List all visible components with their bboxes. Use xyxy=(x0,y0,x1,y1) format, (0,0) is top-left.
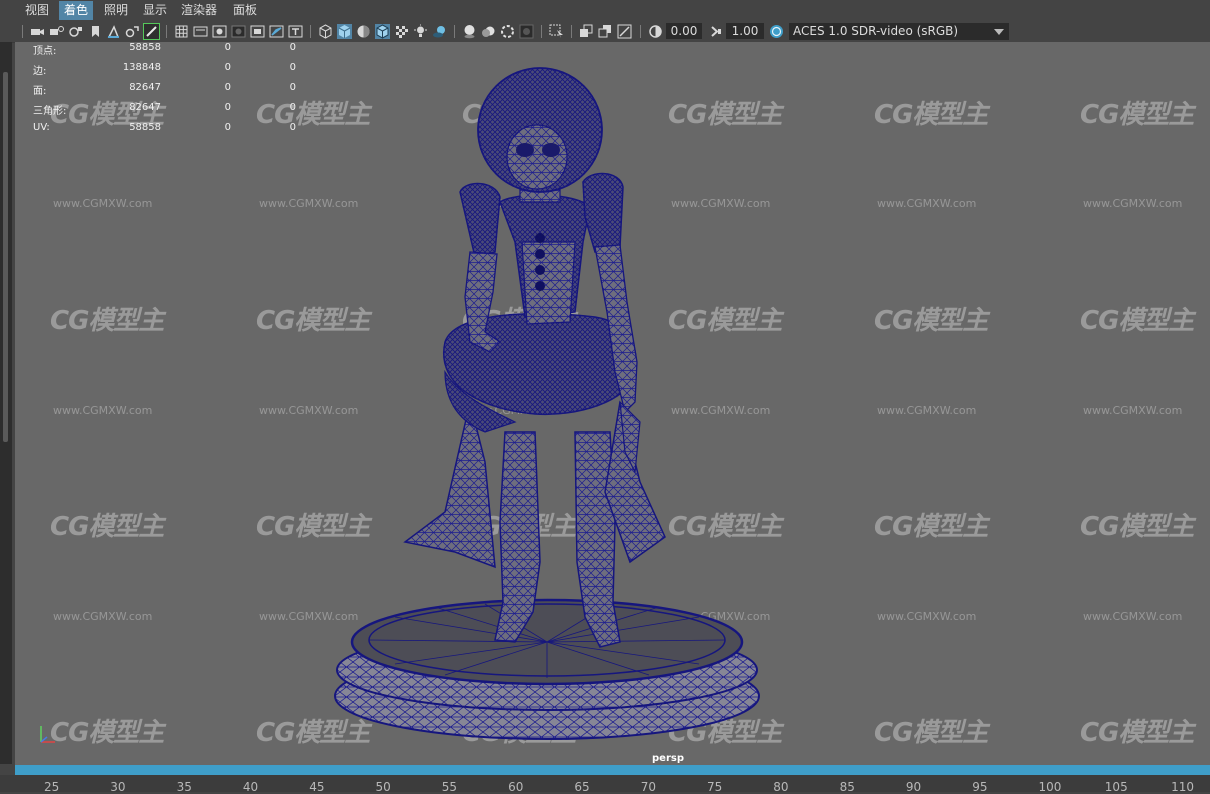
hud-stat-label: 边: xyxy=(33,66,47,77)
screen-space-ao-icon[interactable] xyxy=(462,24,477,39)
grid-icon[interactable] xyxy=(174,24,189,39)
hud-stat-label: UV: xyxy=(33,122,50,133)
time-slider[interactable]: 25 30 35 40 45 50 55 60 65 70 75 80 85 90 95 100 105 110 xyxy=(0,775,1210,794)
hud-stat-label: 面: xyxy=(33,86,47,97)
hud-stat-value: 0 xyxy=(224,42,231,53)
safe-action-icon[interactable] xyxy=(269,24,284,39)
hud-stat-value: 0 xyxy=(289,102,296,113)
pencil-icon[interactable] xyxy=(143,23,160,40)
menu-renderer[interactable]: 渲染器 xyxy=(176,1,222,20)
hud-stat-value: 0 xyxy=(289,82,296,93)
multisample-aa-icon[interactable] xyxy=(500,24,515,39)
wireframe-model-figure[interactable] xyxy=(15,42,1210,765)
safe-title-icon[interactable] xyxy=(288,24,303,39)
hud-stat-value: 58858 xyxy=(129,42,161,53)
hud-stat-value: 138848 xyxy=(122,62,161,73)
axis-gizmo-icon xyxy=(40,726,55,743)
menu-shading[interactable]: 着色 xyxy=(59,1,94,20)
toolbar-separator xyxy=(22,25,23,38)
toolbar-separator xyxy=(541,25,542,38)
viewport-3d[interactable]: CG模型主 CG模型主 CG模型主 CG模型主 CG模型主 CG模型主 CG模型主 CG模型主… xyxy=(15,42,1210,765)
base-pedestal xyxy=(334,598,760,740)
gamma-icon[interactable] xyxy=(708,24,723,39)
exposure-icon[interactable] xyxy=(648,24,663,39)
menu-lighting[interactable]: 照明 xyxy=(99,1,133,20)
gamma-field[interactable]: 1.00 xyxy=(726,23,764,39)
camera-select-icon[interactable] xyxy=(30,24,45,39)
menu-show[interactable]: 显示 xyxy=(138,1,172,20)
default-material-icon[interactable] xyxy=(356,24,371,39)
image-plane-icon[interactable] xyxy=(88,24,103,39)
hud-stat-value: 0 xyxy=(289,62,296,73)
backface-culling-icon[interactable] xyxy=(617,24,632,39)
shadows-icon[interactable] xyxy=(432,24,447,39)
hud-stat-label: 顶点: xyxy=(33,46,57,57)
hud-stat-value: 0 xyxy=(224,102,231,113)
toolbar-separator xyxy=(454,25,455,38)
field-chart-icon[interactable] xyxy=(250,24,265,39)
hud-stat-value: 82647 xyxy=(129,82,161,93)
hud-stat-value: 0 xyxy=(289,42,296,53)
xray-active-icon[interactable] xyxy=(598,24,613,39)
menu-panels[interactable]: 面板 xyxy=(228,1,262,20)
panel-menu-bar: 视图 着色 照明 显示 渲染器 面板 xyxy=(0,0,1210,21)
hud-stat-value: 0 xyxy=(224,122,231,133)
hud-stat-value: 58858 xyxy=(129,122,161,133)
hud-stat-label: 三角形: xyxy=(33,106,67,117)
color-management-dropdown[interactable]: ACES 1.0 SDR-video (sRGB) xyxy=(789,23,1009,40)
hud-stat-value: 0 xyxy=(224,62,231,73)
color-management-label: ACES 1.0 SDR-video (sRGB) xyxy=(793,24,959,38)
color-management-icon[interactable] xyxy=(769,24,784,39)
toolbar-separator xyxy=(310,25,311,38)
depth-of-field-icon[interactable] xyxy=(519,24,534,39)
camera-name-label: persp xyxy=(652,753,684,764)
toolbar-separator xyxy=(166,25,167,38)
scrollbar-thumb[interactable] xyxy=(3,72,8,442)
2d-pan-zoom-icon[interactable] xyxy=(106,24,121,39)
film-gate-icon[interactable] xyxy=(193,24,208,39)
exposure-field[interactable]: 0.00 xyxy=(666,23,702,39)
bookmark-icon[interactable] xyxy=(68,24,83,39)
isolate-select-icon[interactable] xyxy=(549,24,564,39)
xray-joints-icon[interactable] xyxy=(579,24,594,39)
wireframe-icon[interactable] xyxy=(318,24,333,39)
menu-view[interactable]: 视图 xyxy=(20,1,54,20)
timeline-range-bar[interactable] xyxy=(15,765,1210,775)
smooth-shade-icon[interactable] xyxy=(337,24,352,39)
left-scrollbar[interactable] xyxy=(0,42,12,764)
toolbar-separator xyxy=(571,25,572,38)
panel-toolbar: 0.00 1.00 ACES 1.0 SDR-video (sRGB) xyxy=(0,21,1210,43)
chevron-down-icon xyxy=(994,29,1004,35)
toolbar-separator xyxy=(640,25,641,38)
wireframe-on-shaded-icon[interactable] xyxy=(375,24,390,39)
figure-torso xyxy=(499,194,591,325)
resolution-gate-icon[interactable] xyxy=(212,24,227,39)
motion-blur-icon[interactable] xyxy=(481,24,496,39)
xray-icon[interactable] xyxy=(394,24,409,39)
gate-mask-icon[interactable] xyxy=(231,24,246,39)
grease-pencil-icon[interactable] xyxy=(125,24,140,39)
hud-stat-value: 0 xyxy=(289,122,296,133)
camera-attributes-icon[interactable] xyxy=(49,24,64,39)
hud-stat-value: 82647 xyxy=(129,102,161,113)
use-all-lights-icon[interactable] xyxy=(413,24,428,39)
hud-stat-value: 0 xyxy=(224,82,231,93)
